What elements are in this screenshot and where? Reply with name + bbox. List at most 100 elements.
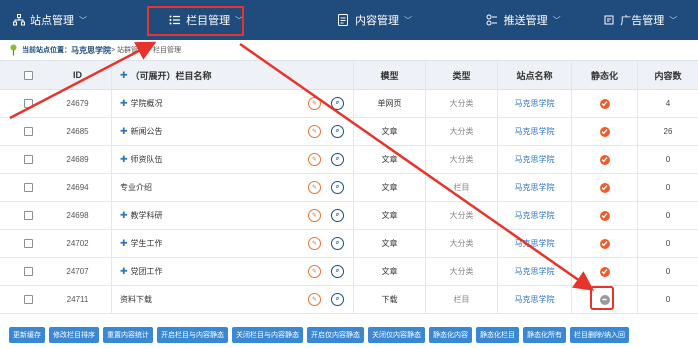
row-site-link[interactable]: 马克思学院 <box>515 210 555 221</box>
preview-search-icon[interactable]: ⌕ <box>331 209 344 222</box>
preview-search-icon[interactable]: ⌕ <box>331 181 344 194</box>
row-count: 26 <box>663 127 673 136</box>
nav-site-management[interactable]: 站点管理 ﹀ <box>0 0 107 40</box>
row-type-cell: 下载 <box>354 286 426 313</box>
expand-plus-icon[interactable]: ✚ <box>120 238 128 249</box>
row-category: 栏目 <box>453 183 470 192</box>
static-on-check-icon[interactable] <box>599 182 610 193</box>
row-checkbox[interactable] <box>23 211 33 220</box>
header-id[interactable]: ID <box>44 61 112 89</box>
nav-ad-management[interactable]: 广告管理 ﹀ <box>581 0 698 40</box>
edit-search-icon[interactable]: ✎ <box>308 125 321 138</box>
row-static-cell <box>572 230 638 257</box>
nav-push-management[interactable]: 推送管理 ﹀ <box>465 0 582 40</box>
row-site-link[interactable]: 马克思学院 <box>515 126 555 137</box>
action-button[interactable]: 重置内容统计 <box>103 326 153 343</box>
edit-search-icon[interactable]: ✎ <box>308 181 321 194</box>
row-checkbox[interactable] <box>23 295 33 304</box>
row-checkbox[interactable] <box>23 183 33 192</box>
row-actions: ✎ ⌕ <box>308 237 344 250</box>
edit-search-icon[interactable]: ✎ <box>308 237 321 250</box>
action-button[interactable]: 修改栏目排序 <box>49 326 99 343</box>
row-name[interactable]: ✚ 师资队伍 <box>120 154 163 165</box>
header-static: 静态化 <box>572 61 638 89</box>
row-site-link[interactable]: 马克思学院 <box>515 98 555 109</box>
row-checkbox[interactable] <box>23 155 33 164</box>
row-checkbox[interactable] <box>23 99 33 108</box>
action-button[interactable]: 更新缓存 <box>9 326 45 343</box>
row-name[interactable]: ✚ 党团工作 <box>120 266 163 277</box>
action-button[interactable]: 开启栏目与内容静态 <box>157 326 228 343</box>
row-category-cell: 栏目 <box>426 286 498 313</box>
row-name[interactable]: ✚ 新闻公告 <box>120 126 163 137</box>
action-button[interactable]: 静态化所有 <box>523 326 566 343</box>
static-on-check-icon[interactable] <box>599 238 610 249</box>
top-nav: 站点管理 ﹀ 栏目管理 ﹀ 内容管理 ﹀ 推送管理 ﹀ 广告管理 ﹀ <box>0 0 698 40</box>
expand-plus-icon[interactable]: ✚ <box>120 266 128 277</box>
row-checkbox[interactable] <box>23 127 33 136</box>
static-on-check-icon[interactable] <box>599 98 610 109</box>
row-site-link[interactable]: 马克思学院 <box>515 294 555 305</box>
row-id-cell: 24679 <box>44 90 112 117</box>
nav-push-label: 推送管理 <box>503 15 548 27</box>
row-count: 0 <box>665 267 671 276</box>
row-site-link[interactable]: 马克思学院 <box>515 238 555 249</box>
table-row: 24702 ✚ 学生工作 ✎ ⌕ 文章 大分类 马克思学院 0 <box>0 230 698 258</box>
row-checkbox-cell <box>12 90 44 117</box>
static-on-check-icon[interactable] <box>599 266 610 277</box>
row-type: 下载 <box>381 295 398 304</box>
row-site-cell: 马克思学院 <box>498 118 572 145</box>
edit-search-icon[interactable]: ✎ <box>308 293 321 306</box>
row-category-cell: 大分类 <box>426 146 498 173</box>
row-checkbox[interactable] <box>23 267 33 276</box>
row-site-link[interactable]: 马克思学院 <box>515 154 555 165</box>
row-type-cell: 文章 <box>354 146 426 173</box>
action-button[interactable]: 开启仅内容静态 <box>307 326 364 343</box>
row-site-link[interactable]: 马克思学院 <box>515 266 555 277</box>
preview-search-icon[interactable]: ⌕ <box>331 125 344 138</box>
row-name-cell: 专业介绍 ✎ ⌕ <box>112 174 354 201</box>
action-button[interactable]: 静态化内容 <box>429 326 472 343</box>
header-name[interactable]: ✚ （可展开）栏目名称 <box>112 61 354 89</box>
action-button[interactable]: 关闭栏目与内容静态 <box>232 326 303 343</box>
action-button-bar: 更新缓存 修改栏目排序 重置内容统计 开启栏目与内容静态 关闭栏目与内容静态 开启仅内容静… <box>0 321 698 348</box>
select-all-checkbox[interactable] <box>23 70 33 80</box>
preview-search-icon[interactable]: ⌕ <box>331 265 344 278</box>
row-type-cell: 文章 <box>354 230 426 257</box>
row-site-link[interactable]: 马克思学院 <box>515 182 555 193</box>
row-site-cell: 马克思学院 <box>498 90 572 117</box>
preview-search-icon[interactable]: ⌕ <box>331 153 344 166</box>
row-name[interactable]: ✚ 教学科研 <box>120 210 163 221</box>
edit-search-icon[interactable]: ✎ <box>308 265 321 278</box>
expand-plus-icon[interactable]: ✚ <box>120 154 128 165</box>
action-button[interactable]: 栏目删除/纳入回 <box>570 326 629 343</box>
row-id: 24694 <box>66 183 89 192</box>
expand-plus-icon[interactable]: ✚ <box>120 126 128 137</box>
row-name[interactable]: 专业介绍 <box>120 182 152 193</box>
nav-content-management[interactable]: 内容管理 ﹀ <box>304 0 445 40</box>
edit-search-icon[interactable]: ✎ <box>308 97 321 110</box>
row-checkbox[interactable] <box>23 239 33 248</box>
row-name[interactable]: ✚ 学生工作 <box>120 238 163 249</box>
static-on-check-icon[interactable] <box>599 210 610 221</box>
row-category: 大分类 <box>449 211 474 220</box>
expand-plus-icon[interactable]: ✚ <box>120 98 128 109</box>
static-on-check-icon[interactable] <box>599 154 610 165</box>
row-count-cell: 0 <box>638 174 698 201</box>
preview-search-icon[interactable]: ⌕ <box>331 237 344 250</box>
breadcrumb-site-link[interactable]: 马克思学院 <box>71 45 111 56</box>
row-id: 24707 <box>66 267 89 276</box>
action-button[interactable]: 静态化栏目 <box>476 326 519 343</box>
preview-search-icon[interactable]: ⌕ <box>331 293 344 306</box>
edit-search-icon[interactable]: ✎ <box>308 209 321 222</box>
row-id-cell: 24702 <box>44 230 112 257</box>
row-category: 栏目 <box>453 295 470 304</box>
action-button[interactable]: 关闭仅内容静态 <box>368 326 425 343</box>
expand-plus-icon[interactable]: ✚ <box>120 210 128 221</box>
preview-search-icon[interactable]: ⌕ <box>331 97 344 110</box>
static-on-check-icon[interactable] <box>599 126 610 137</box>
row-id: 24685 <box>66 127 89 136</box>
edit-search-icon[interactable]: ✎ <box>308 153 321 166</box>
row-name[interactable]: 资料下载 <box>120 294 152 305</box>
row-name[interactable]: ✚ 学院概况 <box>120 98 163 109</box>
